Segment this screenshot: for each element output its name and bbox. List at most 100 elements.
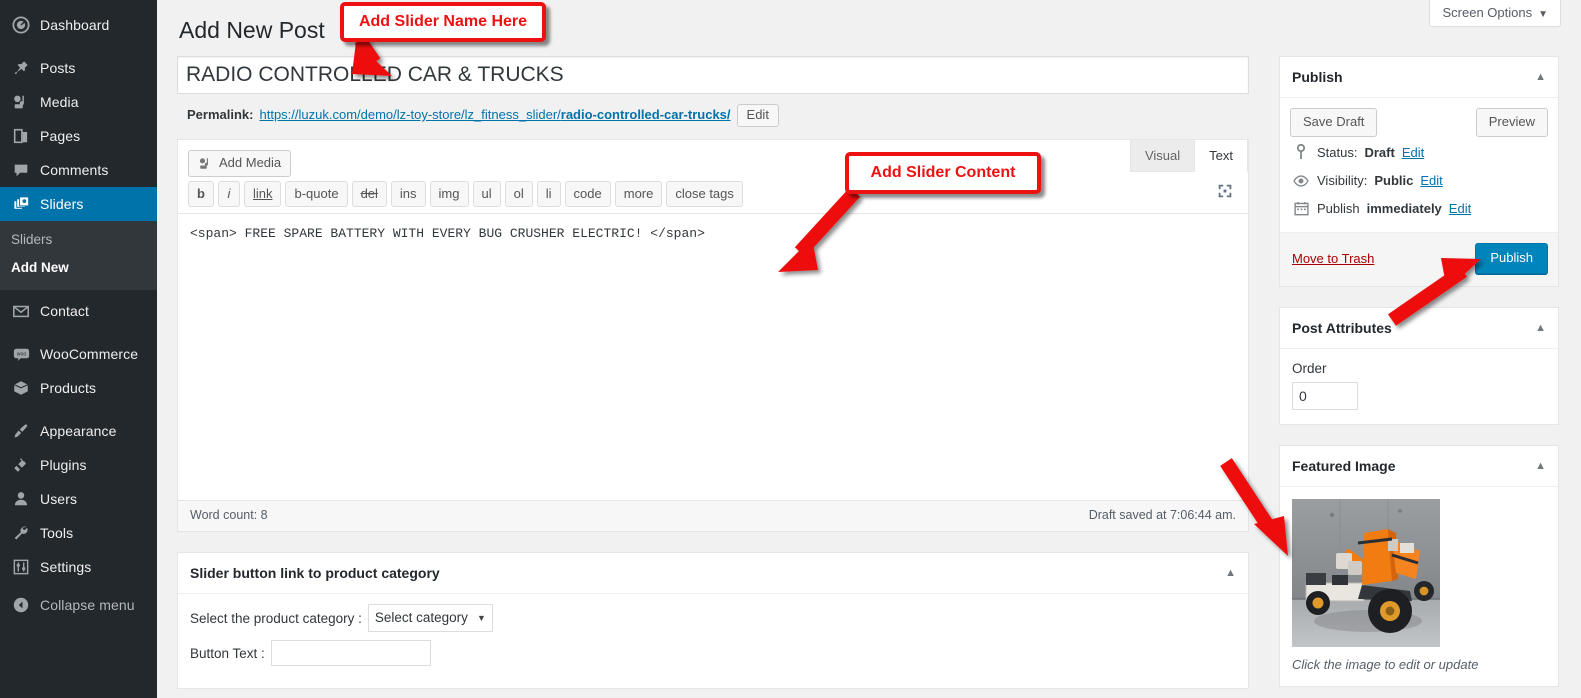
qt-link-button[interactable]: link	[243, 181, 282, 207]
screen-options-label: Screen Options	[1442, 5, 1533, 20]
sidebar-item-users[interactable]: Users	[0, 482, 157, 516]
annotation-add-slider-content: Add Slider Content	[845, 152, 1041, 194]
word-count: Word count: 8	[190, 508, 268, 522]
post-content-editor[interactable]: <span> FREE SPARE BATTERY WITH EVERY BUG…	[178, 213, 1248, 500]
featured-image-title: Featured Image	[1292, 458, 1396, 474]
featured-image-thumbnail[interactable]	[1292, 499, 1440, 647]
sidebar-item-label: Posts	[40, 60, 76, 76]
sidebar-item-pages[interactable]: Pages	[0, 119, 157, 153]
sidebar-item-appearance[interactable]: Appearance	[0, 414, 157, 448]
add-media-button[interactable]: Add Media	[188, 150, 292, 177]
pages-icon	[11, 126, 31, 146]
qt-close-tags-button[interactable]: close tags	[666, 181, 743, 207]
metabox-header[interactable]: Slider button link to product category ▲	[178, 553, 1248, 594]
permalink-slug: radio-controlled-car-trucks/	[560, 107, 731, 122]
eye-icon	[1292, 174, 1310, 188]
main-content: Screen Options ▼ Add New Post Permalink: …	[157, 0, 1581, 698]
post-attributes-header[interactable]: Post Attributes ▲	[1280, 308, 1558, 349]
visibility-value: Public	[1374, 173, 1414, 188]
sidebar-item-plugins[interactable]: Plugins	[0, 448, 157, 482]
qt-bold-button[interactable]: b	[188, 181, 214, 207]
publish-button[interactable]: Publish	[1475, 243, 1548, 274]
button-text-input[interactable]	[270, 640, 431, 666]
product-category-select[interactable]: Select category	[367, 604, 493, 632]
sidebar-item-label: Sliders	[40, 196, 84, 212]
featured-image-caption: Click the image to edit or update	[1292, 657, 1479, 672]
save-draft-button[interactable]: Save Draft	[1290, 108, 1378, 137]
schedule-edit-link[interactable]: Edit	[1449, 201, 1471, 216]
schedule-value: immediately	[1366, 201, 1442, 216]
sidebar-item-products[interactable]: Products	[0, 371, 157, 405]
post-title-input[interactable]	[177, 56, 1249, 94]
sidebar-item-posts[interactable]: Posts	[0, 51, 157, 85]
sidebar-item-woocommerce[interactable]: woo WooCommerce	[0, 337, 157, 371]
sidebar-item-label: Media	[40, 94, 79, 110]
featured-image-box: Featured Image ▲ Click the image to edit…	[1279, 445, 1559, 687]
publish-box-header[interactable]: Publish ▲	[1280, 57, 1558, 98]
permalink-label: Permalink:	[187, 107, 254, 122]
status-row: Status: Draft Edit	[1290, 137, 1548, 166]
chevron-up-icon[interactable]: ▲	[1535, 460, 1546, 472]
wrench-icon	[11, 523, 31, 543]
post-attributes-title: Post Attributes	[1292, 320, 1392, 336]
fullscreen-icon[interactable]	[1216, 182, 1234, 205]
submenu-item-add-new[interactable]: Add New	[0, 254, 157, 282]
permalink-row: Permalink: https://luzuk.com/demo/lz-toy…	[177, 103, 1269, 127]
chevron-up-icon[interactable]: ▲	[1225, 567, 1236, 579]
sidebar-item-dashboard[interactable]: Dashboard	[0, 8, 157, 42]
qt-ol-button[interactable]: ol	[504, 181, 533, 207]
pin-icon	[11, 58, 31, 78]
qt-code-button[interactable]: code	[564, 181, 611, 207]
status-value: Draft	[1364, 144, 1395, 160]
sidebar-item-tools[interactable]: Tools	[0, 516, 157, 550]
qt-del-button[interactable]: del	[351, 181, 387, 207]
sidebar-item-label: Comments	[40, 162, 109, 178]
sidebar-item-label: Appearance	[40, 423, 117, 439]
chevron-up-icon[interactable]: ▲	[1535, 322, 1546, 334]
sidebar-item-settings[interactable]: Settings	[0, 550, 157, 584]
qt-more-button[interactable]: more	[614, 181, 663, 207]
qt-ul-button[interactable]: ul	[472, 181, 501, 207]
collapse-arrow-icon	[11, 595, 31, 615]
qt-li-button[interactable]: li	[536, 181, 561, 207]
qt-bquote-button[interactable]: b-quote	[285, 181, 348, 207]
sidebar-item-sliders[interactable]: Sliders	[0, 187, 165, 221]
preview-button[interactable]: Preview	[1475, 108, 1548, 137]
permalink-link[interactable]: https://luzuk.com/demo/lz-toy-store/lz_f…	[259, 103, 730, 127]
order-input[interactable]	[1292, 382, 1358, 410]
submenu-item-sliders[interactable]: Sliders	[0, 226, 157, 254]
sidebar-item-label: Contact	[40, 303, 89, 319]
qt-img-button[interactable]: img	[429, 181, 469, 207]
chevron-down-icon: ▼	[1538, 9, 1548, 20]
product-category-select-wrap[interactable]: Select category ▼	[367, 604, 493, 632]
status-edit-link[interactable]: Edit	[1402, 145, 1424, 160]
move-to-trash-link[interactable]: Move to Trash	[1292, 251, 1374, 266]
featured-image-header[interactable]: Featured Image ▲	[1280, 446, 1558, 487]
permalink-prefix: https://luzuk.com/demo/lz-toy-store/lz_f…	[259, 107, 561, 122]
menu-separator	[0, 328, 157, 337]
featured-image-body: Click the image to edit or update	[1280, 487, 1558, 686]
sidebar-item-label: Collapse menu	[40, 597, 135, 613]
qt-ins-button[interactable]: ins	[390, 181, 426, 207]
menu-separator	[0, 405, 157, 414]
publish-box-body: Save Draft Preview Status: Draft Edit Vi…	[1280, 98, 1558, 224]
visibility-edit-link[interactable]: Edit	[1420, 173, 1442, 188]
sliders-settings-icon	[11, 557, 31, 577]
edit-permalink-button[interactable]: Edit	[736, 103, 779, 127]
sidebar-item-comments[interactable]: Comments	[0, 153, 157, 187]
autosave-message: Draft saved at 7:06:44 am.	[1088, 508, 1236, 522]
comment-icon	[11, 160, 31, 180]
sidebar-item-contact[interactable]: Contact	[0, 294, 157, 328]
editor-status-bar: Word count: 8 Draft saved at 7:06:44 am.	[178, 500, 1248, 531]
media-buttons: Add Media	[178, 140, 1248, 177]
slider-button-link-metabox: Slider button link to product category ▲…	[177, 552, 1249, 689]
products-icon	[11, 378, 31, 398]
button-text-row: Button Text :	[190, 640, 1236, 666]
media-icon	[198, 156, 213, 171]
screen-options-toggle[interactable]: Screen Options ▼	[1429, 0, 1561, 27]
sidebar-collapse-menu[interactable]: Collapse menu	[0, 588, 157, 622]
qt-italic-button[interactable]: i	[217, 181, 240, 207]
sidebar-item-media[interactable]: Media	[0, 85, 157, 119]
metabox-body: Select the product category : Select cat…	[178, 594, 1248, 688]
chevron-up-icon[interactable]: ▲	[1535, 71, 1546, 83]
